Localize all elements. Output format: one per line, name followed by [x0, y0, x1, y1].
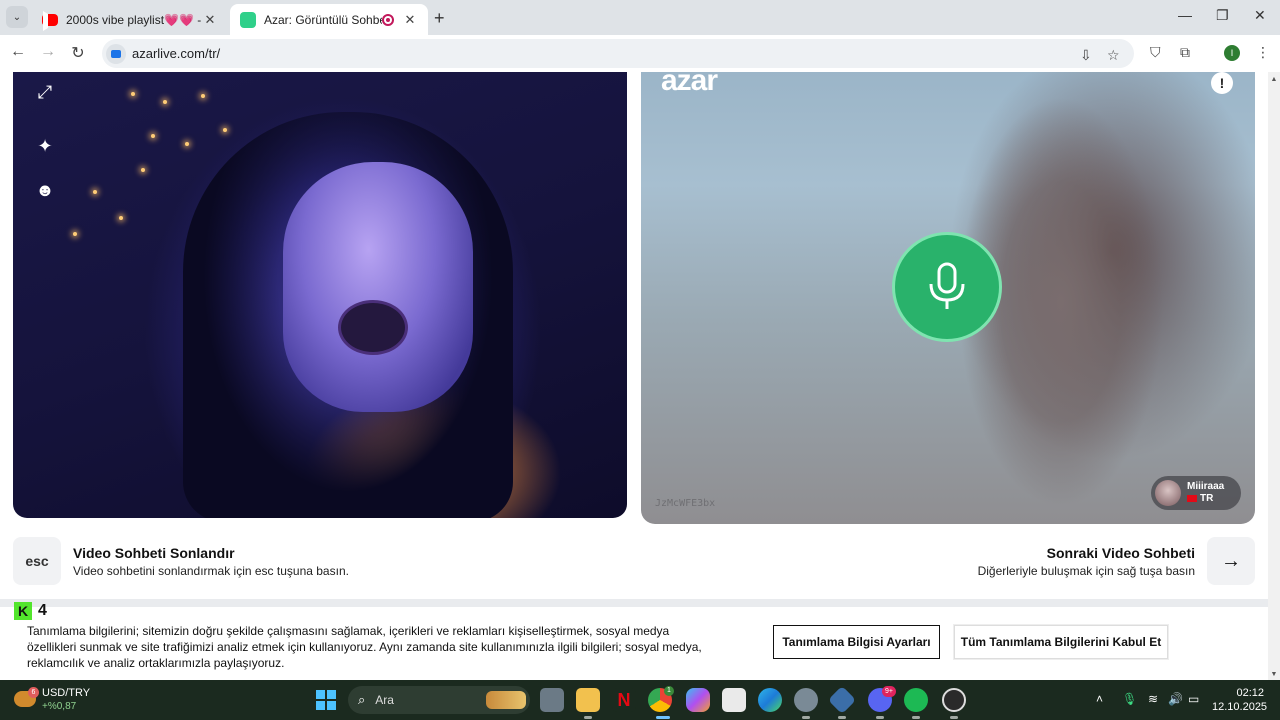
spotify-icon[interactable] [904, 688, 928, 712]
maximize-icon[interactable]: ❐ [1216, 7, 1229, 24]
widget-symbol: USD/TRY [42, 687, 91, 699]
cookie-settings-button[interactable]: Tanımlama Bilgisi Ayarları [773, 625, 940, 659]
bookmark-star-icon[interactable]: ☆ [1107, 47, 1120, 64]
obs-icon[interactable] [942, 688, 966, 712]
search-placeholder: Ara [375, 693, 394, 707]
local-video: ⤢ ✦ ☻ [13, 72, 627, 518]
back-icon[interactable]: ← [8, 43, 28, 61]
widget-change: +%0,87 [42, 701, 77, 712]
face-filter-icon[interactable]: ☻ [29, 174, 61, 206]
volume-icon[interactable]: 🔊 [1168, 692, 1183, 706]
chrome-badge: 1 [664, 686, 674, 696]
taskbar-search[interactable]: ⌕ Ara [348, 686, 530, 714]
forward-icon[interactable]: → [38, 43, 58, 61]
task-view-icon[interactable] [540, 688, 564, 712]
settings-gear-icon[interactable] [794, 688, 818, 712]
next-chat-button[interactable]: → [1207, 537, 1255, 585]
extensions-puzzle-icon[interactable]: ⧉ [1180, 44, 1190, 61]
k-logo: K [14, 602, 32, 620]
tab-title: 2000s vibe playlist💗💗 - YouT [66, 12, 202, 27]
youtube-icon [42, 12, 58, 28]
person-face [283, 162, 473, 412]
video-tools: ⤢ ✦ ☻ [29, 76, 63, 218]
chevron-up-icon[interactable]: ˄ [1096, 692, 1103, 706]
overlay-number: 4 [38, 602, 47, 619]
partner-name: Miiiraaa [1187, 481, 1225, 492]
scrollbar[interactable]: ▲ ▼ [1268, 72, 1280, 680]
install-app-icon[interactable]: ⇩ [1080, 47, 1092, 64]
cookie-text: Tanımlama bilgilerini; sitemizin doğru ş… [27, 624, 702, 670]
app-diamond-icon[interactable] [827, 685, 857, 715]
address-bar[interactable]: azarlive.com/tr/ ⇩ ☆ [102, 39, 1134, 68]
tab-youtube[interactable]: 2000s vibe playlist💗💗 - YouT ✕ [32, 4, 228, 35]
end-chat-title: Video Sohbeti Sonlandır [73, 545, 235, 561]
turkey-flag-icon [1187, 494, 1197, 502]
profile-avatar[interactable]: I [1224, 45, 1240, 61]
edge-icon[interactable] [758, 688, 782, 712]
browser-toolbar: ← → ↻ azarlive.com/tr/ ⇩ ☆ ⛉ ⧉ I ⋮ [0, 35, 1280, 72]
next-chat-subtitle: Diğerleriyle buluşmak için sağ tuşa bası… [977, 564, 1195, 578]
search-highlight-image [486, 691, 526, 709]
start-button[interactable] [316, 690, 336, 710]
session-id: JzMcWFE3bx [655, 498, 716, 509]
partner-profile-chip[interactable]: Miiiraaa TR [1151, 476, 1241, 510]
store-icon[interactable] [722, 688, 746, 712]
reload-icon[interactable]: ↻ [68, 43, 88, 63]
clock[interactable]: 02:12 12.10.2025 [1212, 686, 1268, 714]
tab-title: Azar: Görüntülü Sohbet, Ar [264, 12, 382, 27]
url-text: azarlive.com/tr/ [132, 46, 221, 61]
discord-badge: 9+ [882, 686, 896, 697]
arrow-right-icon: → [1221, 550, 1241, 572]
cookie-banner: K 4 Tanımlama bilgilerini; sitemizin doğ… [0, 602, 1268, 680]
microphone-icon [929, 262, 965, 309]
file-explorer-icon[interactable] [576, 688, 600, 712]
browser-tab-strip: ⌄ 2000s vibe playlist💗💗 - YouT ✕ Azar: G… [0, 0, 1280, 35]
close-icon[interactable]: ✕ [402, 12, 418, 28]
time: 02:12 [1236, 687, 1264, 699]
overlay-badge: K 4 [14, 602, 47, 620]
shield-extension-icon[interactable]: ⛉ [1150, 44, 1161, 61]
wifi-icon[interactable]: ≋ [1148, 692, 1158, 706]
divider [0, 599, 1268, 607]
azar-icon [240, 11, 256, 28]
netflix-icon[interactable]: N [612, 688, 636, 712]
avatar [1155, 480, 1181, 506]
date: 12.10.2025 [1212, 701, 1268, 713]
tab-azar[interactable]: Azar: Görüntülü Sohbet, Ar ✕ [230, 4, 428, 35]
close-window-icon[interactable]: ✕ [1254, 7, 1266, 24]
minimize-icon[interactable]: — [1178, 7, 1192, 23]
menu-kebab-icon[interactable]: ⋮ [1256, 44, 1270, 61]
tab-search-button[interactable]: ⌄ [6, 6, 28, 28]
copilot-icon[interactable] [686, 688, 710, 712]
microphone-button[interactable] [892, 232, 1002, 342]
partner-country: TR [1200, 493, 1214, 504]
sparkle-icon[interactable]: ✦ [29, 130, 61, 162]
search-icon: ⌕ [358, 692, 366, 707]
expand-icon[interactable]: ⤢ [29, 76, 61, 108]
azar-logo: azar [661, 72, 718, 97]
next-chat-title: Sonraki Video Sohbeti [1046, 545, 1195, 561]
taskbar: 6 USD/TRY +%0,87 ⌕ Ara N 1 9+ ˄ 🎙 ≋ 🔊 ▭ … [0, 680, 1280, 720]
widget-badge: 6 [28, 687, 39, 698]
battery-icon[interactable]: ▭ [1188, 692, 1199, 706]
close-icon[interactable]: ✕ [202, 12, 218, 28]
remote-video: azar ! JzMcWFE3bx Miiiraaa TR [641, 72, 1255, 524]
accept-cookies-button[interactable]: Tüm Tanımlama Bilgilerini Kabul Et [954, 625, 1168, 659]
currency-widget[interactable]: 6 USD/TRY +%0,87 [14, 685, 94, 715]
recording-icon [382, 13, 394, 26]
end-chat-key[interactable]: esc [13, 537, 61, 585]
end-chat-subtitle: Video sohbetini sonlandırmak için esc tu… [73, 564, 349, 578]
page-content: ⤢ ✦ ☻ azar ! JzMcWFE3bx Miiiraaa TR esc … [0, 72, 1268, 680]
mic-tray-icon[interactable]: 🎙 [1122, 692, 1137, 706]
new-tab-button[interactable]: + [434, 8, 445, 29]
report-icon[interactable]: ! [1211, 72, 1233, 94]
scroll-up-icon[interactable]: ▲ [1268, 76, 1280, 83]
camera-icon[interactable] [106, 43, 126, 64]
scroll-down-icon[interactable]: ▼ [1268, 671, 1280, 678]
